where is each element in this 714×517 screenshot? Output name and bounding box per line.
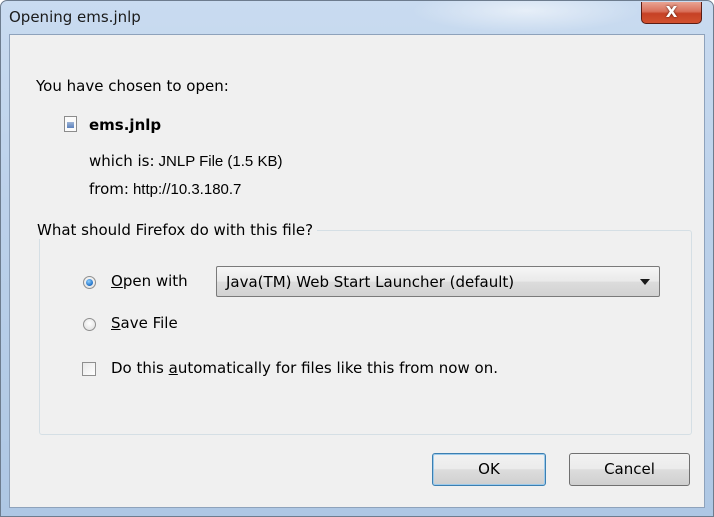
auto-handle-suffix: utomatically for files like this from no… [177, 359, 498, 377]
document-icon [64, 116, 77, 132]
which-is-label: which is: [89, 152, 155, 170]
save-file-label[interactable]: Save File [111, 314, 178, 332]
close-icon: X [665, 3, 678, 21]
cancel-button[interactable]: Cancel [569, 453, 690, 486]
open-with-radio[interactable] [83, 276, 96, 289]
open-with-app-select[interactable]: Java(TM) Web Start Launcher (default) [216, 266, 660, 297]
open-with-label-rest: pen with [122, 272, 188, 290]
open-with-mnemonic: O [111, 272, 123, 290]
file-type-row: which is: JNLP File (1.5 KB) [89, 152, 282, 170]
file-type-value: JNLP File (1.5 KB) [158, 153, 283, 170]
from-label: from: [89, 180, 129, 198]
window-title: Opening ems.jnlp [9, 8, 141, 26]
auto-handle-mnemonic: a [168, 359, 178, 377]
auto-handle-prefix: Do this [111, 359, 169, 377]
file-source-value: http://10.3.180.7 [132, 181, 242, 198]
file-name: ems.jnlp [89, 116, 162, 134]
open-with-app-value: Java(TM) Web Start Launcher (default) [226, 273, 515, 291]
title-bar[interactable]: Opening ems.jnlp X [1, 1, 713, 34]
action-group-legend: What should Firefox do with this file? [33, 221, 318, 239]
open-with-label[interactable]: Open with [111, 272, 188, 290]
ok-button[interactable]: OK [432, 453, 546, 486]
chosen-to-open-label: You have chosen to open: [36, 77, 229, 95]
auto-handle-label[interactable]: Do this automatically for files like thi… [111, 359, 498, 377]
title-bar-glow [411, 1, 641, 33]
save-file-label-rest: ave File [120, 314, 178, 332]
dropdown-arrow-icon [640, 279, 650, 285]
action-group-box [39, 230, 692, 435]
save-file-mnemonic: S [111, 314, 121, 332]
close-button[interactable]: X [641, 2, 702, 24]
save-file-radio[interactable] [83, 318, 96, 331]
auto-handle-checkbox[interactable] [82, 362, 96, 376]
file-source-row: from: http://10.3.180.7 [89, 180, 241, 198]
